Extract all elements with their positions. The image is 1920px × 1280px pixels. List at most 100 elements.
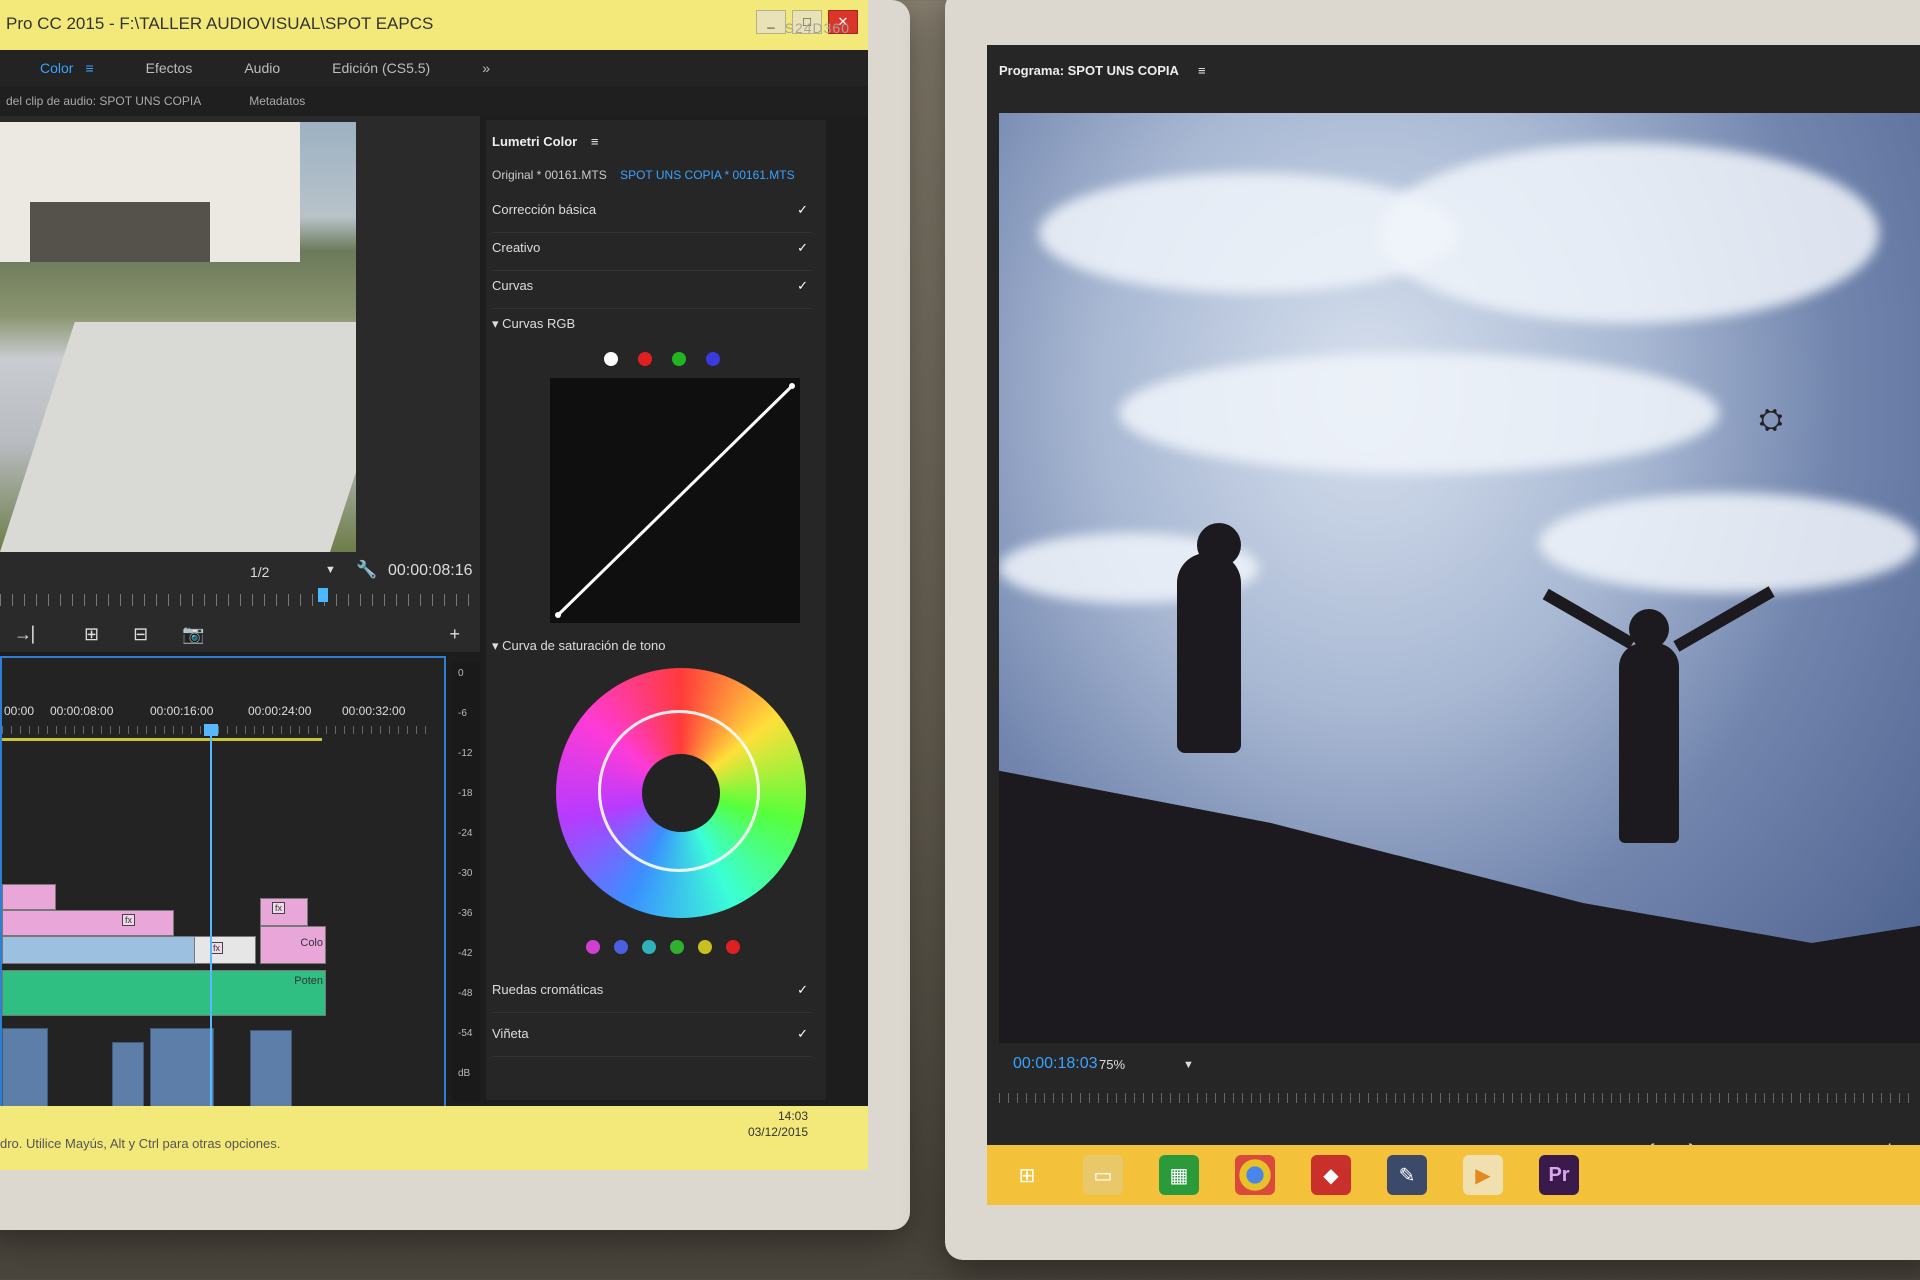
- hue-swatch[interactable]: [670, 940, 684, 954]
- vu-label: -30: [458, 868, 473, 879]
- file-explorer-icon[interactable]: ▭: [1083, 1155, 1123, 1195]
- timeline-time-32: 00:00:32:00: [342, 704, 406, 718]
- checkmark-icon[interactable]: ✓: [797, 982, 808, 998]
- hue-swatch[interactable]: [698, 940, 712, 954]
- hue-swatch[interactable]: [586, 940, 600, 954]
- section-creativo[interactable]: Creativo ✓: [492, 240, 812, 271]
- extract-icon[interactable]: ⊟: [133, 624, 148, 645]
- lumetri-color-panel: Lumetri Color ≡ Original * 00161.MTS SPO…: [486, 120, 826, 1100]
- audio-clip[interactable]: [2, 1028, 48, 1110]
- metadata-tab[interactable]: Metadatos: [249, 94, 305, 108]
- checkmark-icon[interactable]: ✓: [797, 278, 808, 294]
- timeline-playhead[interactable]: [210, 726, 212, 1116]
- audio-clip[interactable]: Poten: [2, 970, 326, 1016]
- curve-channel-blue[interactable]: [706, 352, 720, 366]
- timeline-panel[interactable]: 00:00 00:00:08:00 00:00:16:00 00:00:24:0…: [0, 656, 446, 1118]
- source-timecode: 00:00:08:16: [388, 562, 473, 579]
- windows-start-icon[interactable]: ⊞: [1007, 1155, 1047, 1195]
- more-workspaces-icon[interactable]: »: [482, 60, 490, 76]
- source-toolbar: →⎸ ⊞ ⊟ 📷 +: [0, 616, 480, 652]
- video-clip[interactable]: [2, 936, 204, 964]
- chrome-icon[interactable]: [1235, 1155, 1275, 1195]
- section-label: Viñeta: [492, 1026, 529, 1041]
- video-clip[interactable]: [2, 884, 56, 910]
- video-hillside: [999, 763, 1920, 1043]
- rgb-curves-header[interactable]: ▾ Curvas RGB: [492, 316, 812, 346]
- audio-clip-mixer-tab[interactable]: del clip de audio: SPOT UNS COPIA: [6, 94, 201, 108]
- program-time-ruler[interactable]: [999, 1093, 1909, 1103]
- checkmark-icon[interactable]: ✓: [797, 240, 808, 256]
- fx-badge: fx: [122, 914, 136, 926]
- video-cloud: [1379, 143, 1879, 323]
- minimize-button[interactable]: _: [756, 10, 786, 34]
- zoom-select[interactable]: 75%: [1099, 1057, 1125, 1072]
- overwrite-icon[interactable]: →⎸: [14, 624, 50, 645]
- curve-channel-white[interactable]: [604, 352, 618, 366]
- camera-icon[interactable]: 📷: [182, 624, 204, 645]
- color-clip[interactable]: Colo: [260, 926, 326, 964]
- clock-time: 14:03: [777, 1109, 808, 1123]
- rgb-curve-graph[interactable]: [550, 378, 800, 623]
- video-cloud: [1119, 353, 1719, 473]
- hue-swatch[interactable]: [642, 940, 656, 954]
- chevron-down-icon[interactable]: ▼: [325, 564, 336, 576]
- lumetri-sequence-clip[interactable]: SPOT UNS COPIA * 00161.MTS: [620, 168, 795, 182]
- video-clip[interactable]: [2, 910, 174, 936]
- 3d-app-icon[interactable]: ◆: [1311, 1155, 1351, 1195]
- right-monitor: Programa: SPOT UNS COPIA ≡ ⛭ 00:00:18:03…: [945, 0, 1920, 1260]
- clock-date: 03/12/2015: [747, 1125, 808, 1139]
- workspace-tab-audio[interactable]: Audio: [244, 60, 280, 76]
- section-correccion-basica[interactable]: Corrección básica ✓: [492, 202, 812, 233]
- fx-badge: fx: [272, 902, 286, 914]
- panel-menu-icon[interactable]: ≡: [591, 134, 599, 149]
- premiere-icon[interactable]: Pr: [1539, 1155, 1579, 1195]
- audio-clip[interactable]: [250, 1030, 292, 1110]
- chevron-down-icon[interactable]: ▼: [1183, 1059, 1194, 1071]
- hue-swatch[interactable]: [726, 940, 740, 954]
- source-playhead[interactable]: [318, 588, 328, 602]
- section-label: Corrección básica: [492, 202, 597, 217]
- work-area-bar[interactable]: [2, 738, 322, 741]
- video-concrete-platform: [0, 322, 356, 552]
- vu-label: -12: [458, 748, 473, 759]
- checkmark-icon[interactable]: ✓: [797, 1026, 808, 1042]
- hue-sat-header[interactable]: ▾ Curva de saturación de tono: [492, 638, 812, 668]
- source-time-ruler[interactable]: [0, 594, 470, 606]
- program-timecode: 00:00:18:03: [1013, 1055, 1098, 1072]
- hue-saturation-wheel[interactable]: [556, 668, 806, 918]
- vu-label: -48: [458, 988, 473, 999]
- left-monitor: Pro CC 2015 - F:\TALLER AUDIOVISUAL\SPOT…: [0, 0, 910, 1230]
- wrench-icon[interactable]: 🔧: [356, 560, 377, 580]
- workspace-menu-icon[interactable]: ≡: [85, 60, 93, 76]
- workspace-tab-edicion[interactable]: Edición (CS5.5): [332, 60, 430, 76]
- triangle-down-icon: ▾: [492, 316, 499, 331]
- media-player-icon[interactable]: ▶: [1463, 1155, 1503, 1195]
- section-label: Ruedas cromáticas: [492, 982, 604, 997]
- hue-swatch[interactable]: [614, 940, 628, 954]
- lumetri-original-clip[interactable]: Original * 00161.MTS: [492, 168, 607, 182]
- video-clip[interactable]: [194, 936, 256, 964]
- lumetri-title-text: Lumetri Color: [492, 134, 578, 149]
- section-vineta[interactable]: Viñeta ✓: [492, 1026, 812, 1057]
- workspace-tab-color[interactable]: Color: [40, 60, 73, 76]
- panel-menu-icon[interactable]: ≡: [1198, 63, 1206, 78]
- timeline-time-24: 00:00:24:00: [248, 704, 312, 718]
- section-curvas[interactable]: Curvas ✓: [492, 278, 812, 309]
- curve-channel-green[interactable]: [672, 352, 686, 366]
- audio-clip[interactable]: [112, 1042, 144, 1110]
- workspace-tab-efectos[interactable]: Efectos: [146, 60, 193, 76]
- store-icon[interactable]: ▦: [1159, 1155, 1199, 1195]
- tool-app-icon[interactable]: ✎: [1387, 1155, 1427, 1195]
- audio-meter: 0 -6 -12 -18 -24 -30 -36 -42 -48 -54 dB: [452, 662, 480, 1102]
- checkmark-icon[interactable]: ✓: [797, 202, 808, 218]
- drone-icon: ⛭: [1759, 403, 1783, 436]
- lift-icon[interactable]: ⊞: [84, 624, 99, 645]
- audio-clip[interactable]: [150, 1028, 214, 1110]
- system-clock[interactable]: 14:03 03/12/2015: [748, 1108, 808, 1140]
- curve-channel-red[interactable]: [638, 352, 652, 366]
- section-ruedas-cromaticas[interactable]: Ruedas cromáticas ✓: [492, 982, 812, 1013]
- status-bar: dro. Utilice Mayús, Alt y Ctrl para otra…: [0, 1106, 868, 1170]
- resolution-select[interactable]: 1/2: [250, 564, 269, 580]
- add-button-icon[interactable]: +: [449, 624, 460, 645]
- status-text: dro. Utilice Mayús, Alt y Ctrl para otra…: [0, 1136, 281, 1151]
